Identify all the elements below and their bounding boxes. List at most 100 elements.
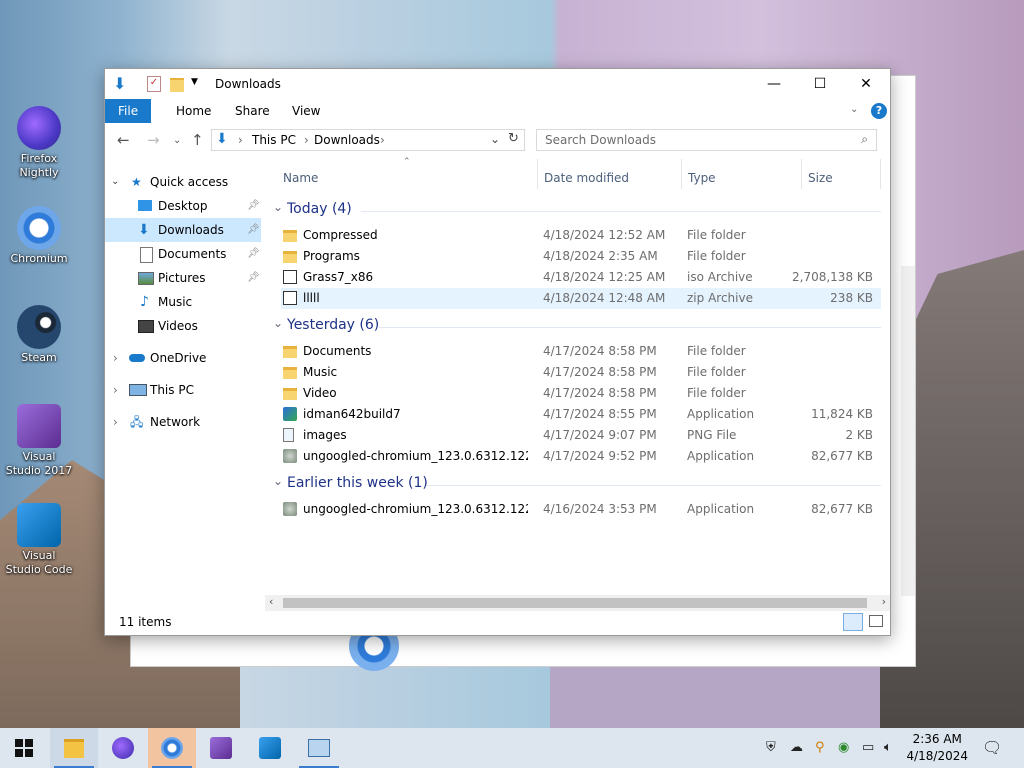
file-row[interactable]: images 4/17/2024 9:07 PM PNG File 2 KB: [281, 425, 881, 446]
title-bar[interactable]: ⬇ ✓ ▼ Downloads — ☐ ✕: [105, 69, 890, 99]
pin-icon[interactable]: 📌︎: [247, 194, 260, 218]
refresh-icon[interactable]: ↻: [508, 131, 519, 146]
column-header-name[interactable]: Name: [283, 171, 318, 185]
display-icon[interactable]: ▭: [862, 740, 874, 755]
taskbar-clock[interactable]: 2:36 AM 4/18/2024: [906, 731, 968, 765]
taskbar-firefox-nightly[interactable]: [99, 728, 147, 768]
group-collapse-chevron-icon[interactable]: ⌄: [273, 200, 283, 214]
sidebar-item-downloads[interactable]: ⬇ Downloads 📌︎: [105, 218, 261, 242]
address-bar[interactable]: ⬇ › This PC › Downloads › ⌄ ↻: [211, 129, 525, 151]
file-row[interactable]: ungoogled-chromium_123.0.6312.122-1.... …: [281, 446, 881, 467]
scroll-left-icon[interactable]: ‹: [269, 595, 273, 608]
file-row[interactable]: Grass7_x86 4/18/2024 12:25 AM iso Archiv…: [281, 267, 881, 288]
desktop-icon-chromium[interactable]: Chromium: [4, 206, 74, 266]
file-row[interactable]: Documents 4/17/2024 8:58 PM File folder: [281, 341, 881, 362]
file-type: Application: [687, 449, 755, 463]
scroll-right-icon[interactable]: ›: [882, 595, 886, 608]
desktop-icon-firefox-nightly[interactable]: Firefox Nightly: [4, 106, 74, 180]
firefox-nightly-icon: [112, 737, 134, 759]
sidebar-item-network[interactable]: › 🖧︎ Network: [105, 410, 261, 434]
group-header-today[interactable]: ⌄ Today (4): [265, 200, 885, 221]
search-input[interactable]: Search Downloads: [545, 133, 656, 147]
horizontal-scrollbar[interactable]: ‹ ›: [265, 595, 890, 611]
sidebar-item-music[interactable]: ♪ Music: [105, 290, 261, 314]
group-header-earlier-this-week[interactable]: ⌄ Earlier this week (1): [265, 474, 885, 495]
column-divider[interactable]: [880, 159, 881, 189]
group-collapse-chevron-icon[interactable]: ⌄: [273, 316, 283, 330]
desktop-icon-visual-studio[interactable]: Visual Studio 2017: [4, 404, 74, 478]
forward-arrow-icon[interactable]: →: [147, 131, 160, 149]
security-shield-icon[interactable]: ⛨: [766, 740, 776, 755]
up-arrow-icon[interactable]: ↑: [191, 131, 204, 149]
background-window-scrollbar[interactable]: [901, 266, 915, 596]
column-divider[interactable]: [681, 159, 682, 189]
sidebar-item-quick-access[interactable]: ⌄ ★ Quick access: [105, 170, 261, 194]
tab-share[interactable]: Share: [222, 99, 283, 123]
search-icon[interactable]: ⌕: [861, 132, 868, 147]
collapsed-chevron-icon[interactable]: ›: [113, 346, 118, 370]
file-row[interactable]: lllll 4/18/2024 12:48 AM zip Archive 238…: [281, 288, 881, 309]
file-row[interactable]: Video 4/17/2024 8:58 PM File folder: [281, 383, 881, 404]
column-header-type[interactable]: Type: [688, 171, 716, 185]
column-divider[interactable]: [801, 159, 802, 189]
breadcrumb-downloads[interactable]: Downloads: [314, 133, 380, 147]
taskbar-control-panel[interactable]: [295, 728, 343, 768]
maximize-button[interactable]: ☐: [797, 69, 843, 99]
details-view-icon[interactable]: [843, 613, 863, 631]
sidebar-item-documents[interactable]: Documents 📌︎: [105, 242, 261, 266]
volume-muted-icon[interactable]: 🔈︎: [884, 740, 892, 755]
column-header-size[interactable]: Size: [808, 171, 833, 185]
quick-access-down-arrow-icon[interactable]: ⬇: [113, 74, 126, 93]
file-row[interactable]: Compressed 4/18/2024 12:52 AM File folde…: [281, 225, 881, 246]
properties-check-icon[interactable]: ✓: [147, 76, 161, 92]
new-folder-icon[interactable]: [170, 78, 184, 92]
tab-home[interactable]: Home: [163, 99, 224, 123]
file-row[interactable]: Programs 4/18/2024 2:35 AM File folder: [281, 246, 881, 267]
network-globe-icon[interactable]: ◉: [838, 740, 849, 755]
expand-ribbon-chevron-icon[interactable]: ⌄: [850, 104, 858, 115]
customize-toolbar-chevron-icon[interactable]: ▼: [191, 77, 198, 87]
help-icon[interactable]: ?: [871, 103, 887, 119]
notifications-icon[interactable]: 🗨︎: [982, 738, 1002, 757]
search-tool-icon[interactable]: ⚲: [815, 740, 825, 755]
search-box[interactable]: Search Downloads ⌕: [536, 129, 877, 151]
file-date: 4/17/2024 8:58 PM: [543, 386, 657, 400]
address-dropdown-chevron-icon[interactable]: ⌄: [490, 132, 500, 146]
recent-locations-chevron-icon[interactable]: ⌄: [173, 135, 181, 146]
file-row[interactable]: idman642build7 4/17/2024 8:55 PM Applica…: [281, 404, 881, 425]
scrollbar-thumb[interactable]: [283, 598, 867, 608]
taskbar-file-explorer[interactable]: [50, 728, 98, 768]
collapsed-chevron-icon[interactable]: ›: [113, 410, 118, 434]
large-icons-view-icon[interactable]: [869, 615, 883, 627]
onedrive-offline-icon[interactable]: ☁: [790, 740, 803, 755]
group-header-yesterday[interactable]: ⌄ Yesterday (6): [265, 316, 885, 337]
file-row[interactable]: ungoogled-chromium_123.0.6312.122-1.... …: [281, 499, 881, 520]
sidebar-item-this-pc[interactable]: › This PC: [105, 378, 261, 402]
start-button[interactable]: [0, 728, 48, 768]
taskbar-vscode[interactable]: [246, 728, 294, 768]
breadcrumb-this-pc[interactable]: This PC: [252, 133, 296, 147]
taskbar-chromium[interactable]: [148, 728, 196, 768]
sidebar-item-onedrive[interactable]: › OneDrive: [105, 346, 261, 370]
sidebar-item-pictures[interactable]: Pictures 📌︎: [105, 266, 261, 290]
tab-view[interactable]: View: [279, 99, 333, 123]
expanded-chevron-icon[interactable]: ⌄: [111, 170, 119, 194]
column-divider[interactable]: [537, 159, 538, 189]
taskbar-visual-studio[interactable]: [197, 728, 245, 768]
desktop-icon-steam[interactable]: Steam: [4, 305, 74, 365]
pin-icon[interactable]: 📌︎: [247, 218, 260, 242]
file-row[interactable]: Music 4/17/2024 8:58 PM File folder: [281, 362, 881, 383]
pin-icon[interactable]: 📌︎: [247, 266, 260, 290]
back-arrow-icon[interactable]: ←: [117, 131, 130, 149]
file-explorer-window[interactable]: ⬇ ✓ ▼ Downloads — ☐ ✕ File Home Share Vi…: [104, 68, 891, 636]
group-collapse-chevron-icon[interactable]: ⌄: [273, 474, 283, 488]
minimize-button[interactable]: —: [751, 69, 797, 99]
close-button[interactable]: ✕: [843, 69, 889, 99]
column-header-date[interactable]: Date modified: [544, 171, 629, 185]
tab-file[interactable]: File: [105, 99, 152, 123]
desktop-icon-vscode[interactable]: Visual Studio Code: [4, 503, 74, 577]
sidebar-item-desktop[interactable]: Desktop 📌︎: [105, 194, 261, 218]
pin-icon[interactable]: 📌︎: [247, 242, 260, 266]
collapsed-chevron-icon[interactable]: ›: [113, 378, 118, 402]
sidebar-item-videos[interactable]: Videos: [105, 314, 261, 338]
